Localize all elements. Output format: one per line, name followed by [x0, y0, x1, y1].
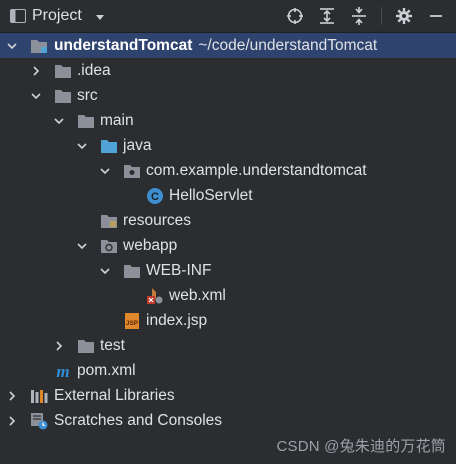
module-folder-icon	[30, 37, 48, 55]
web-folder-icon	[100, 237, 118, 255]
project-view-selector[interactable]: Project	[10, 6, 106, 26]
toolbar-separator	[381, 7, 382, 25]
watermark: CSDN @兔朱迪的万花筒	[276, 438, 446, 455]
folder-icon	[54, 62, 72, 80]
tree-node-label: resources	[123, 211, 192, 229]
source-folder-icon	[100, 137, 118, 155]
tree-node-label: Scratches and Consoles	[54, 411, 223, 429]
java-class-icon: C	[146, 187, 164, 205]
chevron-down-icon[interactable]	[76, 140, 88, 152]
tree-node-label: main	[100, 111, 134, 129]
chevron-down-icon[interactable]	[76, 240, 88, 252]
package-icon	[123, 162, 141, 180]
folder-icon	[123, 262, 141, 280]
chevron-right-icon[interactable]	[6, 390, 18, 402]
gear-icon[interactable]	[394, 6, 414, 26]
tree-node-indexjsp[interactable]: JSP index.jsp	[0, 308, 456, 333]
minimize-icon[interactable]	[426, 6, 446, 26]
maven-icon: m	[54, 362, 72, 380]
root-project-name: understandTomcat	[54, 36, 193, 54]
tree-node-scratches[interactable]: Scratches and Consoles	[0, 408, 456, 433]
tree-node-test[interactable]: test	[0, 333, 456, 358]
tree-node-webapp[interactable]: webapp	[0, 233, 456, 258]
tree-node-pom[interactable]: m pom.xml	[0, 358, 456, 383]
tree-node-label: index.jsp	[146, 311, 208, 329]
folder-icon	[77, 112, 95, 130]
xml-file-icon	[146, 287, 164, 305]
tree-node-label: pom.xml	[77, 361, 136, 379]
root-project-path: ~/code/understandTomcat	[198, 36, 378, 54]
tree-node-main[interactable]: main	[0, 108, 456, 133]
chevron-down-icon[interactable]	[94, 10, 106, 22]
tree-node-label: web.xml	[169, 286, 226, 304]
project-view-icon	[10, 9, 26, 23]
chevron-down-icon[interactable]	[53, 115, 65, 127]
tree-node-label: src	[77, 86, 98, 104]
resources-folder-icon	[100, 212, 118, 230]
expand-all-icon[interactable]	[317, 6, 337, 26]
folder-icon	[77, 337, 95, 355]
tree-node-label: HelloServlet	[169, 186, 253, 204]
svg-text:C: C	[151, 191, 159, 203]
collapse-all-icon[interactable]	[349, 6, 369, 26]
tree-node-helloservlet[interactable]: C HelloServlet	[0, 183, 456, 208]
tree-node-label: test	[100, 336, 125, 354]
tree-node-package[interactable]: com.example.understandtomcat	[0, 158, 456, 183]
libraries-icon	[30, 387, 48, 405]
chevron-down-icon[interactable]	[30, 90, 42, 102]
folder-icon	[54, 87, 72, 105]
tree-node-webxml[interactable]: web.xml	[0, 283, 456, 308]
tree-node-label: com.example.understandtomcat	[146, 161, 367, 179]
jsp-file-icon: JSP	[123, 312, 141, 330]
project-toolbar: Project	[0, 0, 456, 33]
scratches-icon	[30, 412, 48, 430]
chevron-down-icon[interactable]	[6, 40, 18, 52]
tree-node-root[interactable]: understandTomcat ~/code/understandTomcat	[0, 33, 456, 58]
tree-node-label: External Libraries	[54, 386, 175, 404]
svg-text:m: m	[56, 362, 69, 380]
tree-node-webinf[interactable]: WEB-INF	[0, 258, 456, 283]
chevron-down-icon[interactable]	[99, 165, 111, 177]
tree-node-label: webapp	[123, 236, 178, 254]
chevron-right-icon[interactable]	[6, 415, 18, 427]
tree-node-label: java	[123, 136, 152, 154]
tree-node-idea[interactable]: .idea	[0, 58, 456, 83]
project-view-title: Project	[32, 7, 82, 24]
tree-node-src[interactable]: src	[0, 83, 456, 108]
tree-node-label: WEB-INF	[146, 261, 212, 279]
tree-node-java[interactable]: java	[0, 133, 456, 158]
tree-node-resources[interactable]: resources	[0, 208, 456, 233]
tree-node-label: .idea	[77, 61, 111, 79]
svg-text:JSP: JSP	[126, 320, 139, 327]
tree-node-external-libraries[interactable]: External Libraries	[0, 383, 456, 408]
chevron-down-icon[interactable]	[99, 265, 111, 277]
chevron-right-icon[interactable]	[53, 340, 65, 352]
chevron-right-icon[interactable]	[30, 65, 42, 77]
locate-icon[interactable]	[285, 6, 305, 26]
